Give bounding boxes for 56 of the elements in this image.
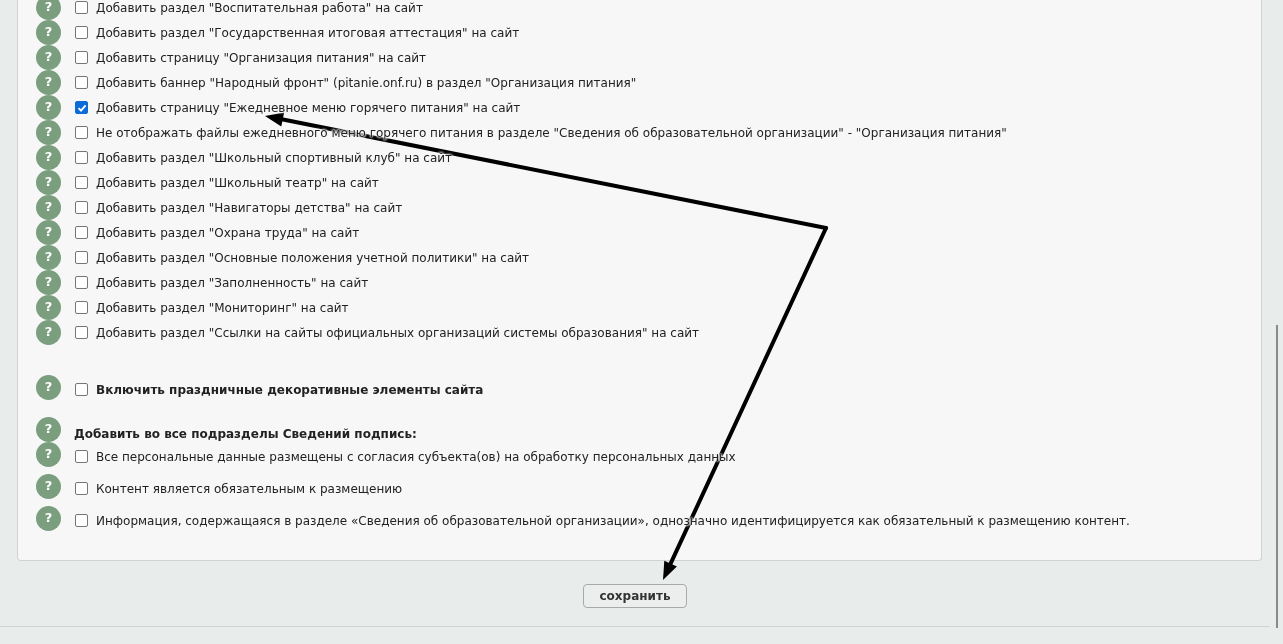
checkbox[interactable] [75, 76, 88, 89]
checkbox[interactable] [75, 326, 88, 339]
help-icon[interactable]: ? [36, 45, 61, 70]
option-label: Добавить раздел "Охрана труда" на сайт [96, 225, 360, 240]
help-icon[interactable]: ? [36, 220, 61, 245]
option-label: Добавить раздел "Школьный спортивный клуб" на сайт [96, 150, 453, 165]
option-label: Контент является обязательным к размещению [96, 482, 403, 496]
checkbox[interactable] [75, 251, 88, 264]
option-label: Не отображать файлы ежедневного меню горячего питания в разделе "Сведения об образовательной организации" - "Организация питания" [96, 125, 1007, 140]
checkbox[interactable] [75, 26, 88, 39]
option-label: Добавить раздел "Основные положения учетной политики" на сайт [96, 250, 530, 265]
scrollbar[interactable] [1276, 325, 1278, 628]
save-button[interactable]: сохранить [583, 584, 687, 608]
help-icon[interactable]: ? [36, 506, 61, 531]
checkbox[interactable] [75, 1, 88, 14]
help-icon[interactable]: ? [36, 20, 61, 45]
checkbox[interactable] [75, 126, 88, 139]
help-icon[interactable]: ? [36, 195, 61, 220]
checkbox[interactable] [75, 176, 88, 189]
option-label: Добавить раздел "Навигаторы детства" на сайт [96, 200, 403, 215]
help-icon[interactable]: ? [36, 120, 61, 145]
option-label: Добавить раздел "Заполненность" на сайт [96, 275, 369, 290]
option-label: Добавить раздел "Государственная итоговая аттестация" на сайт [96, 25, 520, 40]
help-icon[interactable]: ? [36, 417, 61, 442]
help-icon[interactable]: ? [36, 170, 61, 195]
option-label: Включить праздничные декоративные элементы сайта [96, 383, 484, 397]
help-icon[interactable]: ? [36, 0, 61, 20]
option-label: Добавить баннер "Народный фронт" (pitanie.onf.ru) в раздел "Организация питания" [96, 75, 637, 90]
checkbox[interactable] [75, 383, 88, 396]
help-icon[interactable]: ? [36, 145, 61, 170]
option-label: Добавить раздел "Ссылки на сайты официальных организаций системы образования" на сайт [96, 325, 700, 340]
help-icon[interactable]: ? [36, 95, 61, 120]
section-heading: Добавить во все подразделы Сведений подпись: [74, 426, 417, 441]
option-label: Добавить страницу "Ежедневное меню горячего питания" на сайт [96, 100, 521, 115]
help-icon[interactable]: ? [36, 295, 61, 320]
checkbox[interactable] [75, 276, 88, 289]
checkbox[interactable] [75, 450, 88, 463]
help-icon[interactable]: ? [36, 70, 61, 95]
option-label: Добавить раздел "Мониторинг" на сайт [96, 300, 349, 315]
help-icon[interactable]: ? [36, 442, 61, 467]
checkbox[interactable] [75, 201, 88, 214]
checkbox[interactable] [75, 226, 88, 239]
option-label: Добавить страницу "Организация питания" на сайт [96, 50, 427, 65]
checkbox[interactable] [75, 151, 88, 164]
option-label: Добавить раздел "Школьный театр" на сайт [96, 175, 379, 190]
checkbox[interactable] [75, 482, 88, 495]
checkbox[interactable] [75, 101, 88, 114]
option-label: Добавить раздел "Воспитательная работа" на сайт [96, 0, 423, 15]
help-icon[interactable]: ? [36, 245, 61, 270]
checkbox[interactable] [75, 301, 88, 314]
checkbox[interactable] [75, 51, 88, 64]
help-icon[interactable]: ? [36, 270, 61, 295]
checkbox[interactable] [75, 514, 88, 527]
help-icon[interactable]: ? [36, 375, 61, 400]
help-icon[interactable]: ? [36, 474, 61, 499]
help-icon[interactable]: ? [36, 320, 61, 345]
